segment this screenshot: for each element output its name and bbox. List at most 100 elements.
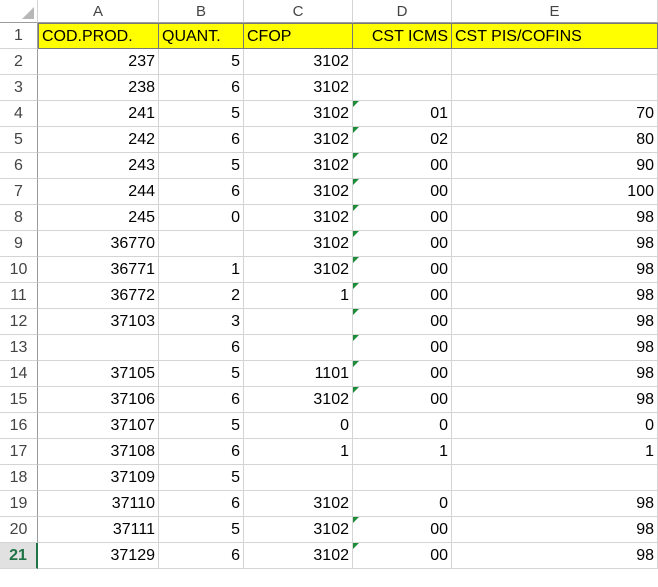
- grid-cell[interactable]: [452, 465, 658, 491]
- grid-cell[interactable]: 98: [452, 309, 658, 335]
- grid-cell[interactable]: 241: [38, 101, 159, 127]
- row-header[interactable]: 6: [0, 153, 38, 179]
- grid-cell[interactable]: 00: [353, 309, 452, 335]
- grid-cell[interactable]: 244: [38, 179, 159, 205]
- grid-cell[interactable]: 37107: [38, 413, 159, 439]
- grid-cell[interactable]: [452, 49, 658, 75]
- grid-cell[interactable]: 3102: [244, 179, 353, 205]
- row-header[interactable]: 9: [0, 231, 38, 257]
- grid-cell[interactable]: 0: [452, 413, 658, 439]
- grid-cell[interactable]: [38, 335, 159, 361]
- grid-cell[interactable]: 5: [159, 49, 244, 75]
- grid-cell[interactable]: 00: [353, 543, 452, 569]
- grid-cell[interactable]: 237: [38, 49, 159, 75]
- grid-cell[interactable]: [353, 465, 452, 491]
- grid-cell[interactable]: 37129: [38, 543, 159, 569]
- grid-cell[interactable]: 3102: [244, 543, 353, 569]
- row-header[interactable]: 12: [0, 309, 38, 335]
- grid-cell[interactable]: 243: [38, 153, 159, 179]
- select-all-corner[interactable]: [0, 0, 38, 23]
- grid-cell[interactable]: 5: [159, 101, 244, 127]
- row-header[interactable]: 20: [0, 517, 38, 543]
- grid-cell[interactable]: 5: [159, 465, 244, 491]
- grid-cell[interactable]: 242: [38, 127, 159, 153]
- grid-cell[interactable]: 2: [159, 283, 244, 309]
- row-header[interactable]: 19: [0, 491, 38, 517]
- grid-cell[interactable]: 00: [353, 205, 452, 231]
- grid-cell[interactable]: 1: [452, 439, 658, 465]
- grid-cell[interactable]: 02: [353, 127, 452, 153]
- grid-cell[interactable]: 36771: [38, 257, 159, 283]
- grid-cell[interactable]: 98: [452, 335, 658, 361]
- grid-cell[interactable]: 37111: [38, 517, 159, 543]
- row-header[interactable]: 21: [0, 543, 38, 569]
- grid-cell[interactable]: 00: [353, 153, 452, 179]
- row-header[interactable]: 2: [0, 49, 38, 75]
- row-header[interactable]: 1: [0, 23, 38, 49]
- grid-cell[interactable]: 37105: [38, 361, 159, 387]
- column-title-cell[interactable]: CFOP: [244, 23, 353, 49]
- row-header[interactable]: 8: [0, 205, 38, 231]
- grid-cell[interactable]: 6: [159, 387, 244, 413]
- column-title-cell[interactable]: CST PIS/COFINS: [452, 23, 658, 49]
- grid-cell[interactable]: 245: [38, 205, 159, 231]
- grid-cell[interactable]: 98: [452, 491, 658, 517]
- grid-cell[interactable]: 37108: [38, 439, 159, 465]
- grid-cell[interactable]: 100: [452, 179, 658, 205]
- grid-cell[interactable]: 3102: [244, 517, 353, 543]
- grid-cell[interactable]: 98: [452, 257, 658, 283]
- grid-cell[interactable]: 00: [353, 387, 452, 413]
- grid-cell[interactable]: 0: [353, 491, 452, 517]
- grid-cell[interactable]: 98: [452, 387, 658, 413]
- row-header[interactable]: 14: [0, 361, 38, 387]
- grid-cell[interactable]: [159, 231, 244, 257]
- grid-cell[interactable]: [244, 335, 353, 361]
- grid-cell[interactable]: 70: [452, 101, 658, 127]
- row-header[interactable]: 5: [0, 127, 38, 153]
- row-header[interactable]: 4: [0, 101, 38, 127]
- grid-cell[interactable]: 3102: [244, 205, 353, 231]
- row-header[interactable]: 18: [0, 465, 38, 491]
- grid-cell[interactable]: 5: [159, 361, 244, 387]
- grid-cell[interactable]: 6: [159, 127, 244, 153]
- column-header-a[interactable]: A: [38, 0, 159, 23]
- grid-cell[interactable]: 0: [353, 413, 452, 439]
- grid-cell[interactable]: 5: [159, 153, 244, 179]
- grid-cell[interactable]: 238: [38, 75, 159, 101]
- grid-cell[interactable]: 3102: [244, 75, 353, 101]
- grid-cell[interactable]: 00: [353, 517, 452, 543]
- grid-cell[interactable]: 3102: [244, 101, 353, 127]
- grid-cell[interactable]: 00: [353, 335, 452, 361]
- grid-cell[interactable]: 6: [159, 491, 244, 517]
- grid-cell[interactable]: 80: [452, 127, 658, 153]
- grid-cell[interactable]: 0: [159, 205, 244, 231]
- row-header[interactable]: 17: [0, 439, 38, 465]
- column-title-cell[interactable]: QUANT.: [159, 23, 244, 49]
- grid-cell[interactable]: 00: [353, 283, 452, 309]
- grid-cell[interactable]: 90: [452, 153, 658, 179]
- grid-cell[interactable]: 6: [159, 335, 244, 361]
- grid-cell[interactable]: 36770: [38, 231, 159, 257]
- column-header-d[interactable]: D: [353, 0, 452, 23]
- grid-cell[interactable]: 00: [353, 257, 452, 283]
- row-header[interactable]: 16: [0, 413, 38, 439]
- grid-cell[interactable]: 3: [159, 309, 244, 335]
- grid-cell[interactable]: 37103: [38, 309, 159, 335]
- grid-cell[interactable]: 98: [452, 543, 658, 569]
- grid-cell[interactable]: 98: [452, 283, 658, 309]
- grid-cell[interactable]: [452, 75, 658, 101]
- column-header-b[interactable]: B: [159, 0, 244, 23]
- grid-cell[interactable]: 00: [353, 231, 452, 257]
- column-header-c[interactable]: C: [244, 0, 353, 23]
- grid-cell[interactable]: 6: [159, 543, 244, 569]
- grid-cell[interactable]: 3102: [244, 257, 353, 283]
- grid-cell[interactable]: 1: [244, 439, 353, 465]
- row-header[interactable]: 10: [0, 257, 38, 283]
- grid-cell[interactable]: 01: [353, 101, 452, 127]
- grid-cell[interactable]: 3102: [244, 387, 353, 413]
- grid-cell[interactable]: 00: [353, 179, 452, 205]
- column-title-cell[interactable]: COD.PROD.: [38, 23, 159, 49]
- grid-cell[interactable]: 36772: [38, 283, 159, 309]
- grid-cell[interactable]: 37109: [38, 465, 159, 491]
- grid-cell[interactable]: [244, 309, 353, 335]
